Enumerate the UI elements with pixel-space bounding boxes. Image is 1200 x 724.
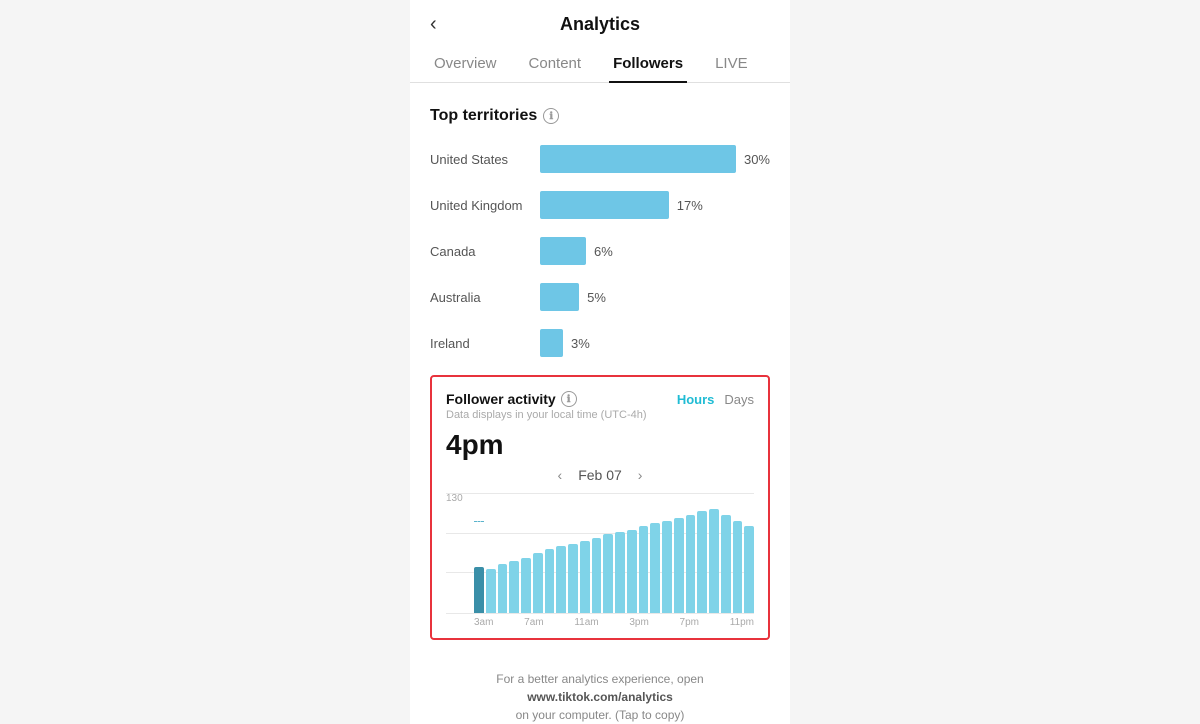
bar-fill-uk — [540, 191, 669, 219]
bar-pct-ie: 3% — [571, 336, 590, 351]
bar-track-us: 30% — [540, 145, 770, 173]
activity-info-icon[interactable]: ℹ — [561, 391, 577, 407]
date-nav: ‹ Feb 07 › — [446, 467, 754, 483]
bar-pct-uk: 17% — [677, 198, 703, 213]
bar-track-ie: 3% — [540, 329, 770, 357]
chart-bar-15 — [650, 523, 660, 613]
bar-fill-us — [540, 145, 736, 173]
info-icon[interactable]: ℹ — [543, 108, 559, 124]
chart-bar-23 — [744, 526, 754, 613]
bar-pct-ca: 6% — [594, 244, 613, 259]
tab-followers[interactable]: Followers — [609, 45, 687, 82]
chart-bar-12 — [615, 532, 625, 613]
chart-bar-10 — [592, 538, 602, 613]
bar-row-au: Australia 5% — [430, 283, 770, 311]
footer-note: For a better analytics experience, open … — [410, 670, 790, 724]
footer-suffix: on your computer. (Tap to copy) — [516, 708, 685, 722]
chart-bar-8 — [568, 544, 578, 613]
chart-bar-21 — [721, 515, 731, 613]
activity-header: Follower activity ℹ Hours Days — [446, 391, 754, 407]
chart-bar-17 — [674, 518, 684, 613]
bar-fill-ie — [540, 329, 563, 357]
bar-row-ca: Canada 6% — [430, 237, 770, 265]
bar-row-ie: Ireland 3% — [430, 329, 770, 357]
date-label: Feb 07 — [578, 467, 622, 483]
tab-live[interactable]: LIVE — [711, 45, 752, 82]
x-label-3am: 3am — [474, 617, 493, 628]
bar-row-uk: United Kingdom 17% — [430, 191, 770, 219]
tab-content[interactable]: Content — [525, 45, 586, 82]
chart-bar-7 — [556, 546, 566, 613]
grid-line-bottom — [446, 613, 754, 614]
grid-line-top — [446, 493, 754, 494]
x-label-11am: 11am — [574, 617, 598, 628]
bar-label-ie: Ireland — [430, 336, 540, 351]
bar-label-us: United States — [430, 152, 540, 167]
bar-label-ca: Canada — [430, 244, 540, 259]
chart-bar-14 — [639, 526, 649, 613]
chart-bar-4 — [521, 558, 531, 613]
chart-bar-20 — [709, 509, 719, 613]
x-label-7am: 7am — [524, 617, 543, 628]
chart-bar-11 — [603, 534, 613, 613]
page-title: Analytics — [560, 14, 640, 35]
follower-activity-box: Follower activity ℹ Hours Days Data disp… — [430, 375, 770, 640]
bar-pct-au: 5% — [587, 290, 606, 305]
bar-pct-us: 30% — [744, 152, 770, 167]
date-next-button[interactable]: › — [638, 467, 643, 483]
y-axis-label: 130 — [446, 493, 463, 504]
chart-bar-2 — [498, 564, 508, 613]
x-label-3pm: 3pm — [629, 617, 648, 628]
bar-fill-ca — [540, 237, 586, 265]
back-button[interactable]: ‹ — [430, 13, 437, 36]
chart-bar-6 — [545, 549, 555, 613]
date-prev-button[interactable]: ‹ — [558, 467, 563, 483]
chart-bar-16 — [662, 521, 672, 613]
toggle-days-button[interactable]: Days — [724, 392, 754, 407]
bar-track-ca: 6% — [540, 237, 770, 265]
bar-label-uk: United Kingdom — [430, 198, 540, 213]
chart-bar-18 — [686, 515, 696, 613]
bar-fill-au — [540, 283, 579, 311]
activity-subtitle: Data displays in your local time (UTC-4h… — [446, 409, 754, 421]
bar-track-uk: 17% — [540, 191, 770, 219]
chart-bar-3 — [509, 561, 519, 613]
activity-toggle: Hours Days — [677, 392, 754, 407]
territories-chart: United States 30% United Kingdom 17% Can… — [430, 145, 770, 357]
chart-bar-5 — [533, 553, 543, 613]
header: ‹ Analytics — [410, 0, 790, 45]
footer-text: For a better analytics experience, open — [496, 672, 703, 686]
tab-bar: Overview Content Followers LIVE — [410, 45, 790, 83]
tab-overview[interactable]: Overview — [430, 45, 501, 82]
x-label-11pm: 11pm — [730, 617, 754, 628]
bar-row-us: United States 30% — [430, 145, 770, 173]
chart-bar-19 — [697, 511, 707, 613]
chart-bar-13 — [627, 530, 637, 613]
footer-link[interactable]: www.tiktok.com/analytics — [527, 690, 673, 704]
activity-title: Follower activity ℹ — [446, 391, 577, 407]
x-label-7pm: 7pm — [680, 617, 699, 628]
top-territories-title: Top territories ℹ — [430, 107, 770, 125]
main-content: Top territories ℹ United States 30% Unit… — [410, 83, 790, 670]
activity-chart: 130 — [446, 493, 754, 613]
phone-container: ‹ Analytics Overview Content Followers L… — [410, 0, 790, 724]
chart-bar-0 — [474, 567, 484, 613]
chart-bar-9 — [580, 541, 590, 613]
x-axis-labels: 3am 7am 11am 3pm 7pm 11pm — [446, 617, 754, 628]
bar-label-au: Australia — [430, 290, 540, 305]
bars-container — [474, 509, 754, 613]
chart-bar-22 — [733, 521, 743, 613]
activity-time: 4pm — [446, 429, 754, 461]
toggle-hours-button[interactable]: Hours — [677, 392, 715, 407]
bar-track-au: 5% — [540, 283, 770, 311]
chart-bar-1 — [486, 569, 496, 613]
